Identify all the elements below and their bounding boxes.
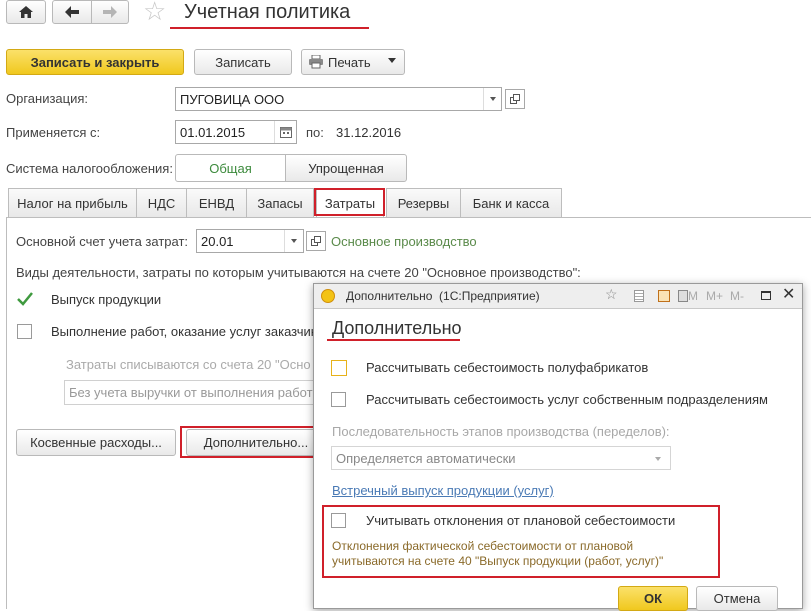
tax-system-general-option[interactable]: Общая: [175, 154, 286, 182]
additional-settings-button[interactable]: Дополнительно...: [186, 429, 326, 456]
close-icon[interactable]: ✕: [782, 286, 795, 304]
product-output-label: Выпуск продукции: [51, 292, 162, 307]
printer-icon: [309, 55, 323, 69]
home-icon: [19, 6, 33, 18]
sequence-value: Определяется автоматически: [336, 450, 516, 466]
tab-profit-tax[interactable]: Налог на прибыль: [8, 188, 137, 218]
sequence-field[interactable]: Определяется автоматически: [331, 446, 671, 470]
deviation-label: Учитывать отклонения от плановой себесто…: [366, 513, 676, 528]
arrow-right-icon: [103, 6, 117, 18]
organization-dropdown-button[interactable]: [483, 88, 501, 110]
deviation-note-2: учитываются на счете 40 "Выпуск продукци…: [332, 554, 664, 568]
tab-vat[interactable]: НДС: [136, 188, 187, 218]
main-cost-account-description: Основное производство: [331, 234, 477, 249]
activities-label: Виды деятельности, затраты по которым уч…: [16, 265, 581, 280]
heading-underline: [327, 339, 460, 341]
checkmark-icon: [17, 292, 33, 306]
main-cost-account-label: Основной счет учета затрат:: [16, 234, 189, 249]
dropdown-arrow-icon: [290, 239, 297, 243]
applies-to-label: по:: [306, 125, 324, 140]
main-cost-account-value: 20.01: [201, 233, 234, 249]
forward-button[interactable]: [91, 0, 129, 24]
memory-m-button[interactable]: M: [688, 289, 698, 303]
own-services-label: Рассчитывать себестоимость услуг собстве…: [366, 392, 768, 407]
tax-system-simplified-option[interactable]: Упрощенная: [285, 154, 407, 182]
services-label: Выполнение работ, оказание услуг заказчи…: [51, 324, 317, 339]
deviation-note-1: Отклонения фактической себестоимости от …: [332, 539, 634, 553]
semi-finished-checkbox[interactable]: [331, 360, 347, 376]
app-logo-icon: [321, 289, 335, 303]
organization-label: Организация:: [6, 91, 89, 106]
services-checkbox[interactable]: [17, 324, 32, 339]
arrow-left-icon: [65, 6, 79, 18]
home-button[interactable]: [6, 0, 46, 24]
deviation-checkbox[interactable]: [331, 513, 346, 528]
own-services-checkbox[interactable]: [331, 392, 346, 407]
counter-output-link[interactable]: Встречный выпуск продукции (услуг): [332, 483, 554, 498]
tab-reserves[interactable]: Резервы: [386, 188, 461, 218]
calendar-icon: [279, 126, 292, 138]
account-open-button[interactable]: [306, 231, 326, 251]
tab-inventory[interactable]: Запасы: [246, 188, 314, 218]
list-icon[interactable]: [634, 290, 644, 302]
applies-to-value: 31.12.2016: [336, 125, 402, 140]
dialog-window-title: Дополнительно (1С:Предприятие): [346, 289, 540, 303]
applies-from-value: 01.01.2015: [180, 124, 246, 140]
tab-envd[interactable]: ЕНВД: [186, 188, 247, 218]
tax-system-label: Система налогообложения:: [6, 161, 173, 176]
favorite-icon[interactable]: ☆: [605, 286, 618, 303]
maximize-icon[interactable]: [761, 291, 771, 300]
product-output-checkbox[interactable]: [17, 292, 33, 307]
dropdown-arrow-icon: [489, 97, 496, 101]
save-and-close-button[interactable]: Записать и закрыть: [6, 49, 184, 75]
favorite-star-icon[interactable]: ☆: [143, 0, 166, 25]
account-dropdown-button[interactable]: [284, 230, 302, 252]
cancel-button[interactable]: Отмена: [696, 586, 778, 611]
sequence-dropdown-icon[interactable]: [655, 457, 661, 461]
memory-m-plus-button[interactable]: M+: [706, 289, 723, 303]
memory-m-minus-button[interactable]: M-: [730, 289, 744, 303]
organization-open-button[interactable]: [505, 89, 525, 109]
applies-from-label: Применяется с:: [6, 125, 101, 140]
calculator-icon[interactable]: [678, 290, 688, 302]
print-label: Печать: [328, 54, 371, 70]
save-button[interactable]: Записать: [194, 49, 292, 75]
organization-value: ПУГОВИЦА ООО: [180, 91, 285, 107]
page-title: Учетная политика: [184, 1, 351, 23]
writeoff-label: Затраты списываются со счета 20 "Осно: [66, 357, 311, 372]
back-button[interactable]: [52, 0, 92, 24]
title-underline: [170, 27, 369, 29]
chevron-down-icon: [388, 58, 396, 63]
tab-bank-cash[interactable]: Банк и касса: [460, 188, 562, 218]
writeoff-field[interactable]: Без учета выручки от выполнения работ: [64, 380, 324, 405]
semi-finished-label: Рассчитывать себестоимость полуфабрикато…: [366, 360, 649, 375]
dialog-heading: Дополнительно: [332, 318, 462, 338]
additional-dialog: Дополнительно (1С:Предприятие) ☆ M M+ M-…: [313, 283, 803, 611]
calendar-button[interactable]: [274, 121, 296, 143]
open-form-icon: [510, 94, 520, 104]
calendar-icon[interactable]: [658, 290, 670, 302]
organization-field[interactable]: ПУГОВИЦА ООО: [175, 87, 502, 111]
ok-button[interactable]: ОК: [618, 586, 688, 611]
writeoff-value: Без учета выручки от выполнения работ: [69, 385, 313, 400]
sequence-label: Последовательность этапов производства (…: [332, 424, 670, 439]
tab-costs[interactable]: Затраты: [316, 188, 384, 218]
open-form-icon: [311, 236, 321, 246]
indirect-costs-button[interactable]: Косвенные расходы...: [16, 429, 176, 456]
print-button[interactable]: Печать: [301, 49, 405, 75]
